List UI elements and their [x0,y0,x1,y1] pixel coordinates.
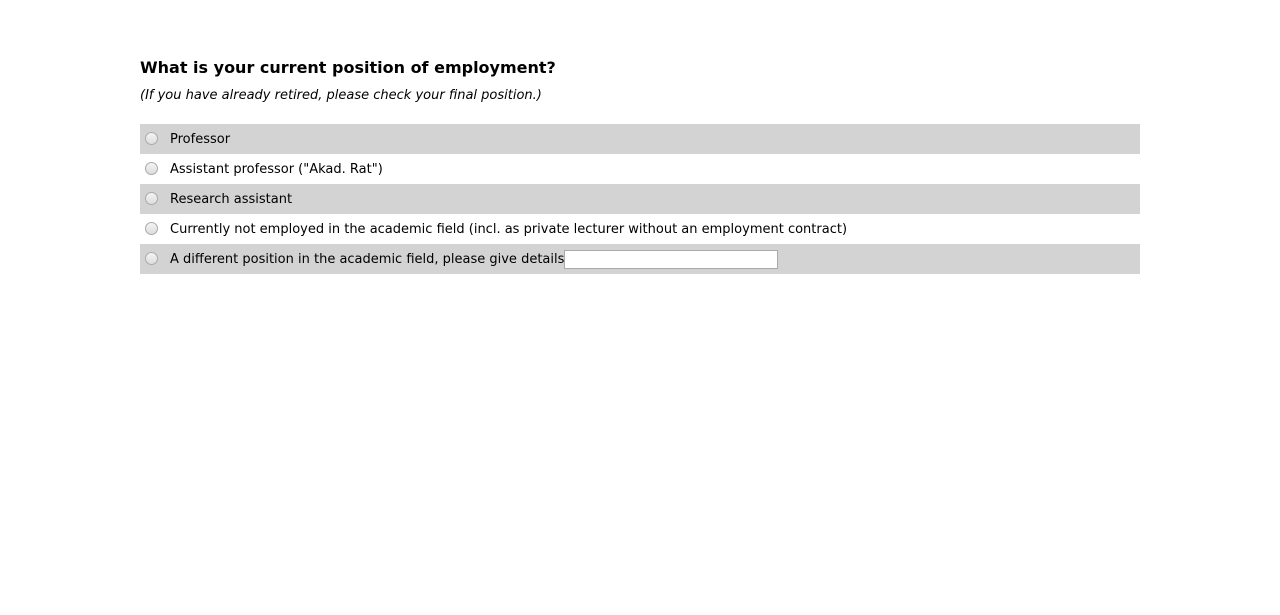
question-block: What is your current position of employm… [140,58,1140,274]
option-label: Research assistant [170,191,293,207]
option-professor[interactable]: Professor [140,124,1140,154]
option-assistant-professor[interactable]: Assistant professor ("Akad. Rat") [140,154,1140,184]
radio-button[interactable] [145,131,158,145]
details-input[interactable] [564,249,779,269]
option-label: Currently not employed in the academic f… [170,221,848,237]
radio-button[interactable] [145,221,158,235]
option-research-assistant[interactable]: Research assistant [140,184,1140,214]
radio-button[interactable] [145,191,158,205]
question-hint: (If you have already retired, please che… [140,88,542,103]
option-label: Assistant professor ("Akad. Rat") [170,161,383,177]
option-label: A different position in the academic fie… [170,251,565,267]
radio-button[interactable] [145,251,158,265]
radio-button[interactable] [145,161,158,175]
option-label: Professor [170,131,231,147]
question-title: What is your current position of employm… [140,58,556,77]
option-not-employed[interactable]: Currently not employed in the academic f… [140,214,1140,244]
option-different-position[interactable]: A different position in the academic fie… [140,244,1140,274]
options-list: Professor Assistant professor ("Akad. Ra… [140,124,1140,274]
